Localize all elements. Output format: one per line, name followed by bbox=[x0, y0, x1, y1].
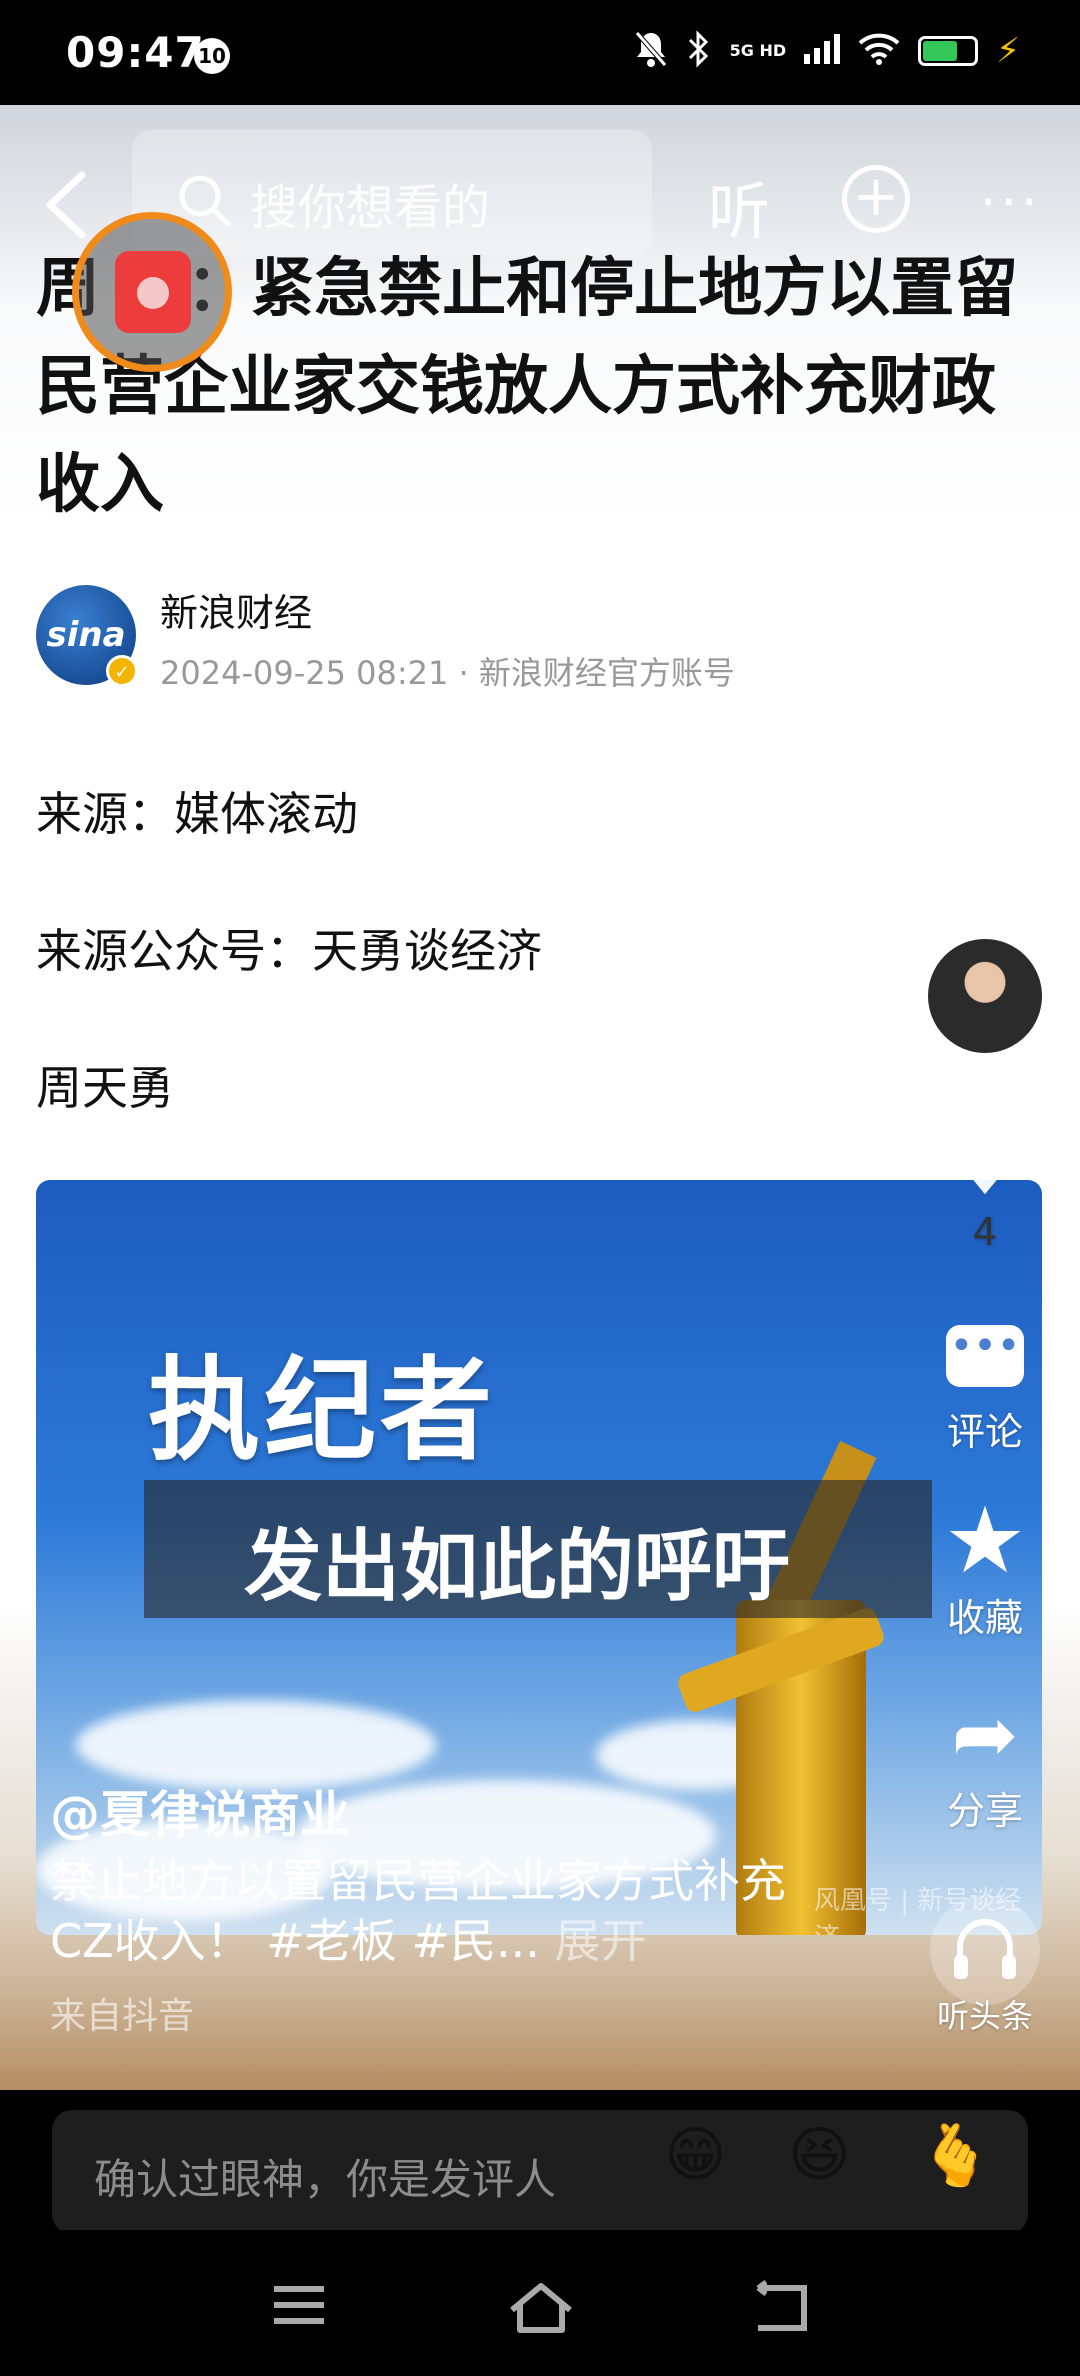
bluetooth-icon bbox=[686, 30, 712, 72]
heart-icon: ♥ bbox=[946, 1115, 1024, 1215]
paragraph: 来源：媒体滚动 bbox=[36, 787, 358, 841]
comment-bubble-icon: ••• bbox=[946, 1325, 1024, 1387]
red-packet-icon[interactable] bbox=[72, 212, 232, 372]
description-text: 禁止地方以置留民营企业家方式补充CZ收入！ #老板 #民... bbox=[50, 1854, 786, 1968]
video-caption: @夏律说商业 禁止地方以置留民营企业家方式补充CZ收入！ #老板 #民... 展… bbox=[50, 1775, 830, 2037]
comment-bar: 确认过眼神，你是发评人 😁 😆 🫰 bbox=[0, 2090, 1080, 2234]
like-button[interactable]: ♥ 4 bbox=[930, 1120, 1040, 1254]
verified-badge-icon: ✓ bbox=[106, 655, 138, 687]
meta-separator: · bbox=[458, 654, 479, 692]
article-meta: 2024-09-25 08:21 · 新浪财经官方账号 bbox=[160, 648, 735, 694]
account-note: 新浪财经官方账号 bbox=[478, 654, 735, 692]
video-source: 来自抖音 bbox=[50, 1996, 195, 2037]
video-banner: 发出如此的呼吁 bbox=[144, 1480, 932, 1618]
signal-icon bbox=[804, 34, 841, 68]
like-count: 4 bbox=[972, 1210, 998, 1254]
publish-time: 2024-09-25 08:21 bbox=[160, 654, 449, 692]
mute-bell-icon bbox=[634, 30, 668, 72]
notification-badge-icon: 10 bbox=[194, 38, 230, 74]
video-author-handle[interactable]: @夏律说商业 bbox=[50, 1775, 830, 1847]
charging-bolt-icon: ⚡ bbox=[996, 31, 1020, 71]
system-nav-bar bbox=[0, 2230, 1080, 2376]
expand-link[interactable]: 展开 bbox=[554, 1914, 646, 1968]
share-label: 分享 bbox=[946, 1789, 1023, 1833]
share-arrow-icon: ➦ bbox=[951, 1688, 1019, 1781]
banner-text: 发出如此的呼吁 bbox=[244, 1522, 791, 1612]
battery-icon bbox=[918, 36, 979, 66]
share-button[interactable]: ➦ 分享 bbox=[930, 1690, 1040, 1835]
favorite-button[interactable]: ★ 收藏 bbox=[930, 1495, 1040, 1642]
back-arrow-icon[interactable] bbox=[38, 165, 98, 245]
creator-avatar[interactable] bbox=[924, 935, 1046, 1057]
laugh-emoji-icon[interactable]: 😆 bbox=[788, 2120, 851, 2190]
more-options-icon[interactable]: ··· bbox=[980, 173, 1042, 233]
listen-button[interactable]: 听 bbox=[708, 161, 770, 251]
headphones-icon bbox=[930, 1895, 1040, 2005]
comment-input[interactable]: 确认过眼神，你是发评人 bbox=[52, 2110, 1028, 2234]
listen-headlines-button[interactable]: 听头条 bbox=[930, 1895, 1040, 2037]
add-icon[interactable]: + bbox=[842, 165, 910, 233]
back-icon[interactable] bbox=[750, 2280, 814, 2334]
wifi-icon bbox=[858, 33, 900, 69]
video-overlay-title: 执纪者 bbox=[148, 1346, 496, 1476]
network-type: 5G HD bbox=[729, 41, 787, 60]
home-icon[interactable] bbox=[506, 2280, 576, 2336]
comment-button[interactable]: ••• 评论 bbox=[930, 1325, 1040, 1456]
search-placeholder: 搜你想看的 bbox=[250, 180, 491, 236]
clock: 09:47 bbox=[66, 28, 205, 77]
comment-label: 评论 bbox=[946, 1410, 1023, 1454]
video-description: 禁止地方以置留民营企业家方式补充CZ收入！ #老板 #民... 展开 bbox=[50, 1851, 830, 1971]
author-name[interactable]: 新浪财经 bbox=[160, 582, 312, 637]
status-bar: 09:47 10 5G HD ⚡ bbox=[0, 0, 1080, 105]
menu-icon[interactable] bbox=[270, 2280, 330, 2330]
paragraph: 周天勇 bbox=[36, 1061, 174, 1115]
comment-placeholder: 确认过眼神，你是发评人 bbox=[94, 2155, 557, 2204]
finger-heart-emoji-icon[interactable]: 🫰 bbox=[918, 2120, 993, 2191]
favorite-label: 收藏 bbox=[946, 1596, 1023, 1640]
star-icon: ★ bbox=[943, 1487, 1027, 1594]
paragraph: 来源公众号：天勇谈经济 bbox=[36, 924, 542, 978]
grin-emoji-icon[interactable]: 😁 bbox=[664, 2120, 727, 2190]
